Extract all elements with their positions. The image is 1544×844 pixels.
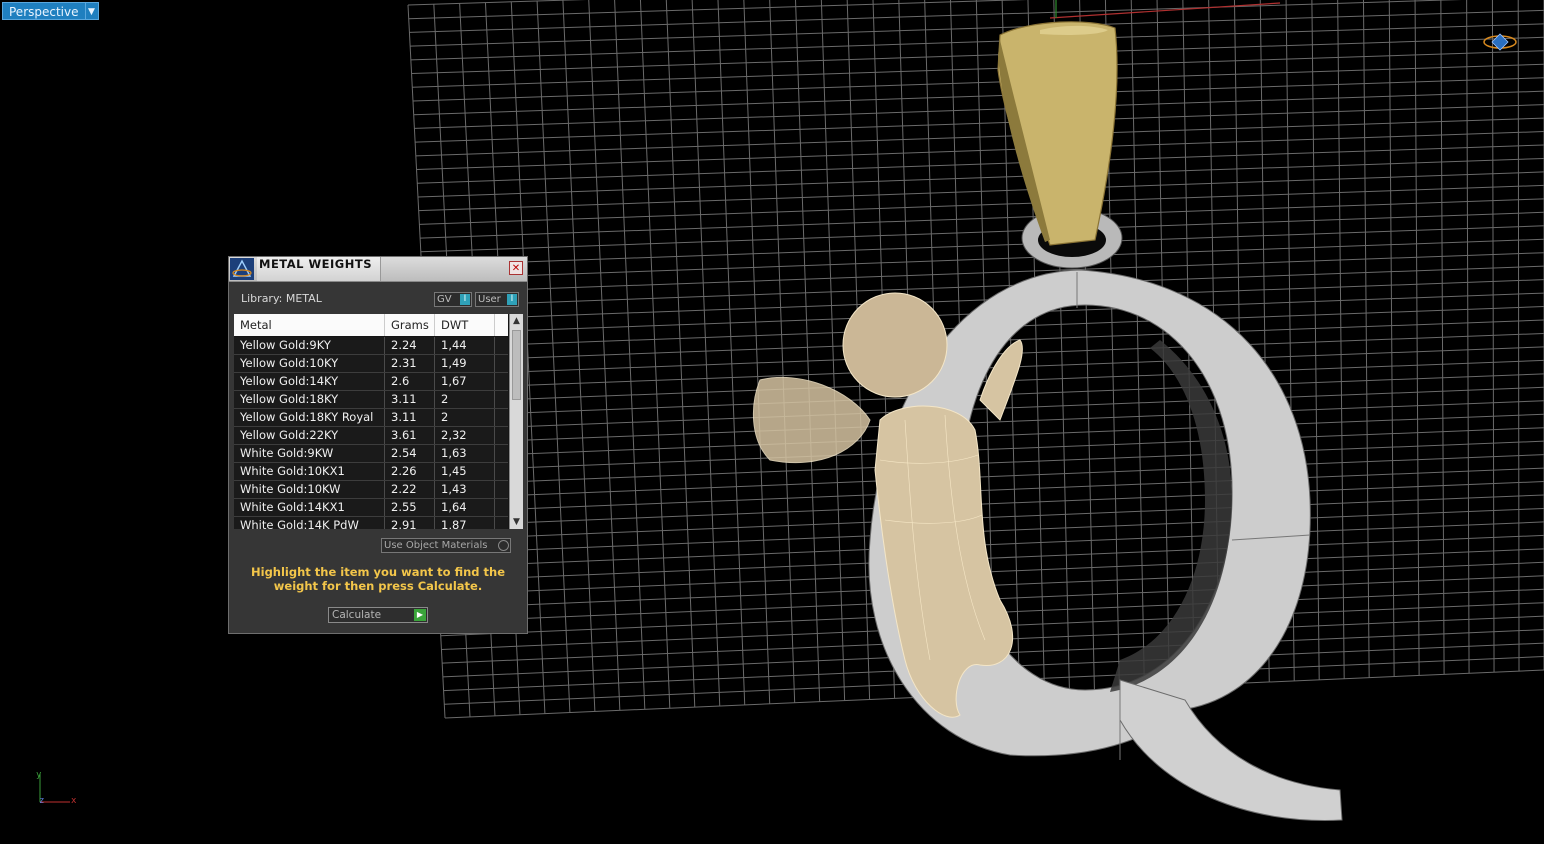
cell-dwt: 1,67	[435, 373, 495, 390]
table-row[interactable]: Yellow Gold:18KY 3.11 2	[234, 391, 508, 409]
user-label: User	[478, 294, 501, 305]
cell-metal: White Gold:10KW	[234, 481, 385, 498]
cell-metal: Yellow Gold:9KY	[234, 337, 385, 354]
scroll-up-icon[interactable]: ▲	[510, 314, 523, 328]
cell-grams: 3.11	[385, 409, 435, 426]
table-scrollbar[interactable]: ▲ ▼	[509, 314, 523, 529]
cell-metal: Yellow Gold:18KY Royal	[234, 409, 385, 426]
cell-grams: 2.55	[385, 499, 435, 516]
app-logo-icon	[230, 258, 254, 280]
gv-label: GV	[437, 294, 452, 305]
cell-dwt: 1,44	[435, 337, 495, 354]
cell-dwt: 1,64	[435, 499, 495, 516]
cell-metal: White Gold:14K PdW	[234, 517, 385, 529]
dialog-titlebar[interactable]: METAL WEIGHTS ✕	[229, 257, 527, 282]
toggle-icon: I	[507, 294, 517, 305]
instruction-text: Highlight the item you want to find the …	[251, 565, 505, 593]
cell-dwt: 1,49	[435, 355, 495, 372]
play-icon: ▶	[414, 609, 426, 621]
cell-metal: Yellow Gold:22KY	[234, 427, 385, 444]
cell-metal: Yellow Gold:14KY	[234, 373, 385, 390]
close-icon[interactable]: ✕	[509, 261, 523, 275]
cell-dwt: 1,87	[435, 517, 495, 529]
gold-bail-model	[997, 21, 1118, 246]
table-row[interactable]: Yellow Gold:18KY Royal 3.11 2	[234, 409, 508, 427]
use-object-materials-label: Use Object Materials	[384, 540, 488, 551]
cell-dwt: 2	[435, 409, 495, 426]
viewport-label[interactable]: Perspective ▼	[2, 2, 99, 20]
library-label: Library: METAL	[241, 292, 322, 305]
table-row[interactable]: White Gold:14KX1 2.55 1,64	[234, 499, 508, 517]
table-row[interactable]: White Gold:10KW 2.22 1,43	[234, 481, 508, 499]
axis-x-label: x	[71, 796, 77, 806]
chevron-down-icon[interactable]: ▼	[85, 2, 99, 20]
cell-grams: 2.22	[385, 481, 435, 498]
viewport-name[interactable]: Perspective	[2, 2, 86, 20]
cell-metal: Yellow Gold:18KY	[234, 391, 385, 408]
cherub-wing	[752, 376, 871, 464]
scroll-thumb[interactable]	[512, 330, 521, 400]
table-row[interactable]: Yellow Gold:10KY 2.31 1,49	[234, 355, 508, 373]
use-object-materials-toggle[interactable]: Use Object Materials	[381, 538, 511, 553]
cell-metal: Yellow Gold:10KY	[234, 355, 385, 372]
table-row[interactable]: Yellow Gold:22KY 3.61 2,32	[234, 427, 508, 445]
cell-dwt: 2	[435, 391, 495, 408]
cell-metal: White Gold:14KX1	[234, 499, 385, 516]
cherub-head	[842, 292, 948, 398]
table-row[interactable]: Yellow Gold:9KY 2.24 1,44	[234, 337, 508, 355]
table-row[interactable]: White Gold:9KW 2.54 1,63	[234, 445, 508, 463]
cell-grams: 3.61	[385, 427, 435, 444]
axis-gizmo: y z x	[34, 770, 84, 810]
gv-toggle[interactable]: GV I	[434, 292, 472, 307]
cell-grams: 2.31	[385, 355, 435, 372]
table-body: Yellow Gold:9KY 2.24 1,44 Yellow Gold:10KY 2…	[234, 337, 508, 529]
user-toggle[interactable]: User I	[475, 292, 519, 307]
axis-z-label: z	[39, 796, 45, 806]
metal-table[interactable]: Metal Grams DWT Yellow Gold:9KY 2.24 1,44 Y…	[234, 314, 523, 529]
cell-dwt: 2,32	[435, 427, 495, 444]
column-header-grams[interactable]: Grams	[385, 314, 435, 336]
table-row[interactable]: Yellow Gold:14KY 2.6 1,67	[234, 373, 508, 391]
calculate-button[interactable]: Calculate ▶	[328, 607, 428, 623]
scroll-down-icon[interactable]: ▼	[510, 515, 523, 529]
toggle-icon: I	[460, 294, 470, 305]
cell-grams: 2.6	[385, 373, 435, 390]
cell-grams: 2.91	[385, 517, 435, 529]
dialog-title: METAL WEIGHTS	[257, 257, 381, 281]
cell-dwt: 1,43	[435, 481, 495, 498]
column-header-metal[interactable]: Metal	[234, 314, 385, 336]
cell-dwt: 1,45	[435, 463, 495, 480]
cell-metal: White Gold:10KX1	[234, 463, 385, 480]
cell-metal: White Gold:9KW	[234, 445, 385, 462]
table-row[interactable]: White Gold:10KX1 2.26 1,45	[234, 463, 508, 481]
q-tail	[1119, 679, 1343, 821]
navigation-cube-icon[interactable]	[1480, 30, 1520, 54]
column-header-dwt[interactable]: DWT	[435, 314, 495, 336]
metal-weights-dialog: METAL WEIGHTS ✕ Library: METAL GV I User…	[228, 256, 528, 634]
cell-grams: 2.26	[385, 463, 435, 480]
cell-dwt: 1,63	[435, 445, 495, 462]
calculate-label: Calculate	[332, 609, 382, 621]
axis-y-label: y	[36, 770, 42, 780]
cell-grams: 3.11	[385, 391, 435, 408]
perspective-viewport[interactable]: Perspective ▼ y z x METAL WEIGHTS ✕ Libr…	[0, 0, 1544, 844]
table-header: Metal Grams DWT	[234, 314, 508, 336]
cell-grams: 2.54	[385, 445, 435, 462]
cell-grams: 2.24	[385, 337, 435, 354]
x-axis-line	[1049, 2, 1281, 19]
table-row[interactable]: White Gold:14K PdW 2.91 1,87	[234, 517, 508, 529]
radio-icon	[498, 540, 509, 551]
